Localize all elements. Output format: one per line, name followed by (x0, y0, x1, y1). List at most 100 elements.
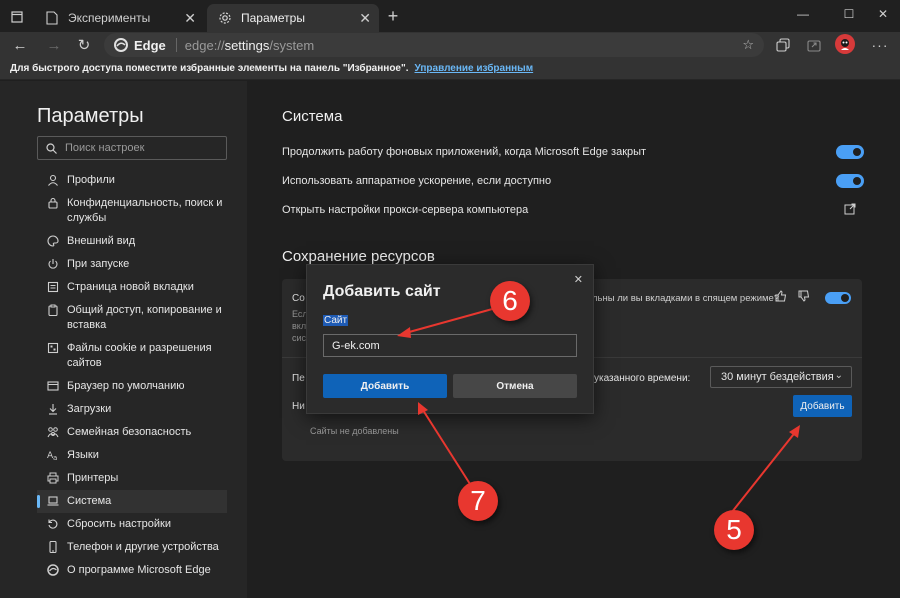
new-tab-page-icon (46, 280, 60, 294)
more-menu-button[interactable]: ··· (868, 34, 892, 56)
search-box[interactable] (37, 136, 227, 160)
new-tab-button[interactable]: + (384, 6, 402, 26)
sleeping-tabs-desc-line-3: сис (292, 333, 307, 343)
power-icon (46, 257, 60, 271)
sidebar-item-family-safety[interactable]: Семейная безопасность (37, 421, 227, 444)
tab-settings[interactable]: Параметры ✕ (207, 4, 379, 32)
search-input[interactable] (65, 142, 215, 154)
setting-proxy[interactable]: Открыть настройки прокси-сервера компьют… (282, 200, 864, 220)
sidebar-item-privacy[interactable]: Конфиденциальность, поиск и службы (37, 192, 227, 230)
toolbar: ← → ↻ Edge edge://settings/system ☆ ··· (0, 32, 900, 58)
sidebar-item-printers[interactable]: Принтеры (37, 467, 227, 490)
sidebar-item-label: Браузер по умолчанию (67, 380, 185, 392)
sleeping-tabs-heading: Со (292, 293, 305, 304)
edge-logo-icon (46, 563, 60, 577)
tab-actions-button[interactable] (4, 6, 30, 28)
settings-nav: Профили Конфиденциальность, поиск и служ… (37, 169, 227, 582)
thumbs-down-icon[interactable] (797, 289, 811, 303)
sleep-period-select[interactable]: 30 минут бездействия ⌄ (710, 366, 852, 388)
close-window-button[interactable]: ✕ (866, 0, 900, 28)
favorites-bar-message: Для быстрого доступа поместите избранные… (10, 63, 409, 74)
site-field-label: Сайт (323, 315, 349, 326)
sleep-period-label-end: указанного времени: (594, 373, 691, 384)
background-apps-toggle[interactable] (836, 145, 864, 159)
add-site-button[interactable]: Добавить (793, 395, 852, 417)
setting-label: Продолжить работу фоновых приложений, ко… (282, 146, 647, 158)
thumbs-up-icon[interactable] (774, 289, 788, 303)
site-input[interactable] (323, 334, 577, 357)
sleep-period-value: 30 минут бездействия (721, 371, 834, 383)
sidebar-item-reset[interactable]: Сбросить настройки (37, 513, 227, 536)
sleeping-tabs-toggle[interactable] (825, 292, 851, 304)
document-icon (44, 10, 60, 26)
sidebar-item-label: Система (67, 495, 112, 507)
dialog-cancel-button[interactable]: Отмена (453, 374, 577, 398)
section-title-system: Система (282, 108, 343, 125)
sidebar-item-label: Телефон и другие устройства (67, 541, 219, 553)
section-title-resources: Сохранение ресурсов (282, 248, 435, 265)
dialog-add-button[interactable]: Добавить (323, 374, 447, 398)
arrow-left-icon: ← (12, 36, 28, 54)
person-icon (46, 173, 60, 187)
close-tab-icon[interactable]: ✕ (359, 10, 371, 27)
callout-6: 6 (490, 281, 530, 321)
sidebar-item-label: Сбросить настройки (67, 518, 172, 530)
sidebar-item-profiles[interactable]: Профили (37, 169, 227, 192)
cookie-icon (46, 341, 60, 355)
sidebar-item-label: Загрузки (67, 403, 112, 415)
refresh-icon: ↻ (77, 37, 91, 54)
profile-avatar[interactable] (835, 34, 855, 54)
language-icon: Aa (46, 448, 60, 462)
laptop-icon (46, 494, 60, 508)
sidebar-item-cookies[interactable]: Файлы cookie и разрешения сайтов (37, 337, 227, 375)
setting-hardware-acceleration: Использовать аппаратное ускорение, если … (282, 171, 864, 191)
tab-experiments[interactable]: Эксперименты ✕ (34, 4, 204, 32)
external-link-icon[interactable] (844, 203, 856, 215)
minimize-button[interactable]: — (786, 0, 820, 28)
tab-label: Параметры (241, 11, 305, 25)
forward-button[interactable]: → (42, 34, 66, 56)
setting-background-apps: Продолжить работу фоновых приложений, ко… (282, 142, 864, 162)
sidebar-item-label: Страница новой вкладки (67, 281, 194, 293)
page-title: Параметры (37, 105, 144, 127)
sidebar-item-label: Внешний вид (67, 235, 136, 247)
sleeping-tabs-desc-line-2: вкл (292, 321, 307, 331)
printer-icon (46, 471, 60, 485)
hardware-acceleration-toggle[interactable] (836, 174, 864, 188)
plus-icon: + (387, 5, 399, 26)
sidebar-item-languages[interactable]: Aa Языки (37, 444, 227, 467)
sidebar-item-label: Общий доступ, копирование и вставка (67, 304, 222, 331)
sidebar-item-about[interactable]: О программе Microsoft Edge (37, 559, 227, 582)
share-button[interactable] (803, 35, 825, 55)
refresh-button[interactable]: ↻ (72, 34, 96, 56)
sidebar-item-share-copy-paste[interactable]: Общий доступ, копирование и вставка (37, 299, 227, 337)
close-tab-icon[interactable]: ✕ (184, 10, 196, 27)
sidebar-item-default-browser[interactable]: Браузер по умолчанию (37, 375, 227, 398)
settings-sidebar: Параметры Профили Конфиденциальность, по… (0, 81, 247, 598)
sidebar-item-new-tab-page[interactable]: Страница новой вкладки (37, 276, 227, 299)
family-icon (46, 425, 60, 439)
sidebar-item-phone[interactable]: Телефон и другие устройства (37, 536, 227, 559)
sidebar-item-label: Профили (67, 174, 115, 186)
palette-icon (46, 234, 60, 248)
url-path: /system (269, 37, 315, 53)
collections-button[interactable] (772, 35, 794, 55)
address-bar[interactable]: Edge edge://settings/system ☆ (104, 33, 764, 57)
sidebar-item-downloads[interactable]: Загрузки (37, 398, 227, 421)
add-favorite-icon[interactable]: ☆ (742, 37, 754, 53)
back-button[interactable]: ← (8, 34, 32, 56)
maximize-button[interactable]: ☐ (832, 0, 866, 28)
manage-favorites-link[interactable]: Управление избранным (415, 63, 534, 74)
tab-label: Эксперименты (68, 11, 151, 25)
edge-logo-icon (114, 38, 128, 52)
sidebar-item-startup[interactable]: При запуске (37, 253, 227, 276)
sidebar-item-appearance[interactable]: Внешний вид (37, 230, 227, 253)
arrow-right-icon: → (46, 36, 62, 54)
callout-7: 7 (458, 481, 498, 521)
url-scheme: edge:// (184, 37, 225, 53)
dialog-close-icon[interactable]: ✕ (574, 273, 583, 286)
omnibox-divider (175, 38, 177, 52)
browser-brand: Edge (134, 37, 166, 53)
browser-icon (46, 379, 60, 393)
sidebar-item-system[interactable]: Система (37, 490, 227, 513)
